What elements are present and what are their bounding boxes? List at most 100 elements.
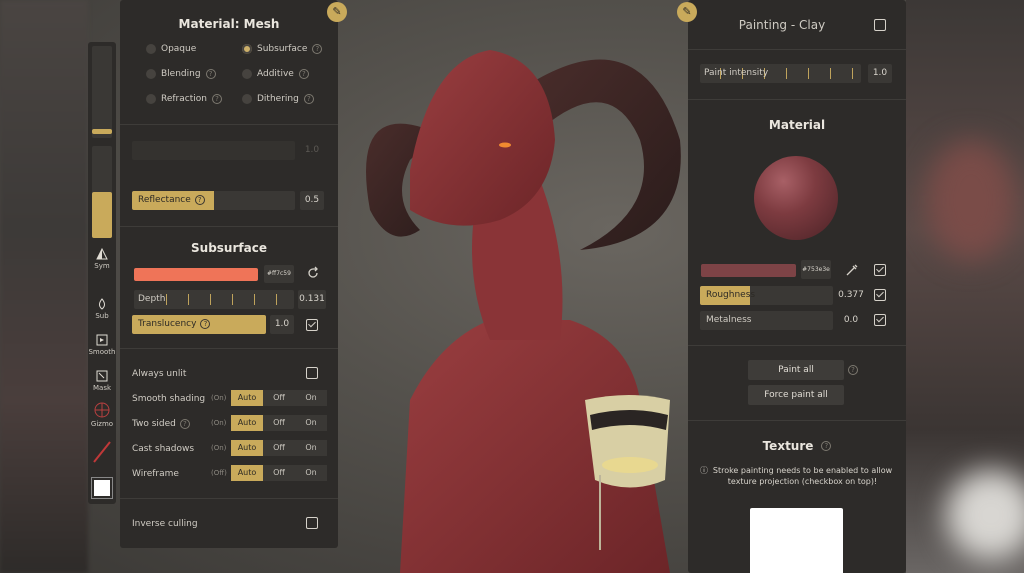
radio-additive[interactable]: Additive ? — [242, 68, 338, 80]
paint-color-hex[interactable]: #753e3e — [801, 260, 831, 279]
disabled-slider — [132, 141, 295, 160]
two-sided-toggle: (On) Auto Off On — [211, 415, 327, 431]
paint-color-bar[interactable] — [701, 264, 796, 277]
radio-opaque[interactable]: Opaque — [146, 43, 242, 55]
tool-strip: Sym Sub Smooth Mask Gizmo — [88, 42, 116, 504]
disabled-value: 1.0 — [304, 145, 320, 155]
color-swatch[interactable] — [91, 477, 113, 499]
tool-sub[interactable]: Sub — [88, 298, 116, 320]
metalness-slider[interactable]: Metalness — [700, 311, 833, 330]
radio-label: Opaque — [161, 44, 197, 54]
help-icon[interactable]: ? — [848, 365, 858, 375]
translucency-checkbox[interactable] — [306, 319, 318, 331]
translucency-label: Translucency — [138, 319, 197, 329]
help-icon[interactable]: ? — [303, 94, 314, 104]
translucency-slider[interactable]: Translucency ? — [132, 315, 266, 334]
depth-text: Depth — [138, 294, 165, 304]
opt-auto[interactable]: Auto — [231, 415, 263, 431]
help-icon[interactable]: ? — [821, 441, 832, 451]
pin-icon[interactable]: ✎ — [327, 2, 347, 22]
subsurface-color-hex[interactable]: #ff7c59 — [264, 265, 294, 283]
tool-mask-label: Mask — [92, 384, 112, 392]
metalness-value[interactable]: 0.0 — [837, 311, 865, 330]
help-icon[interactable]: ? — [205, 69, 216, 79]
dragon-model — [366, 50, 681, 573]
subsurface-color-bar[interactable] — [134, 268, 258, 281]
paint-intensity-value[interactable]: 1.0 — [868, 64, 892, 83]
force-paint-all-button[interactable]: Force paint all — [748, 385, 844, 405]
texture-note-text: Stroke painting needs to be enabled to a… — [712, 466, 893, 486]
background-right — [906, 0, 1024, 573]
reflectance-slider[interactable]: Reflectance ? — [132, 191, 295, 210]
help-icon[interactable]: ? — [298, 69, 309, 79]
paint-intensity-section: Paint intensity 1.0 — [688, 50, 906, 100]
roughness-value[interactable]: 0.377 — [837, 286, 865, 305]
translucency-value[interactable]: 1.0 — [270, 315, 294, 334]
roughness-slider[interactable]: Roughness — [700, 286, 833, 305]
material-preview-sphere — [754, 156, 838, 240]
help-icon[interactable]: ? — [211, 94, 222, 104]
tool-gizmo[interactable]: Gizmo — [88, 402, 116, 428]
roughness-checkbox[interactable] — [874, 289, 886, 301]
paint-actions-section: Paint all ? Force paint all — [688, 346, 906, 421]
stroke-painting-checkbox[interactable] — [874, 19, 886, 31]
paint-color-checkbox[interactable] — [874, 264, 886, 276]
help-icon[interactable]: ? — [200, 319, 211, 329]
panel-title: Material: Mesh — [178, 17, 280, 31]
radio-blending[interactable]: Blending ? — [146, 68, 242, 80]
opt-on[interactable]: On — [295, 440, 327, 456]
depth-slider[interactable]: Depth — [134, 290, 294, 309]
reflectance-label: Reflectance — [138, 195, 191, 205]
opt-off[interactable]: Off — [263, 415, 295, 431]
radius-slider[interactable] — [92, 46, 112, 138]
painting-panel: Painting - Clay Paint intensity 1.0 Mate… — [688, 0, 906, 573]
reflectance-text: Reflectance ? — [138, 195, 205, 205]
depth-value[interactable]: 0.131 — [298, 290, 326, 309]
smooth-shading-label: Smooth shading — [132, 394, 206, 404]
radio-dot — [146, 94, 156, 104]
reset-icon[interactable] — [306, 266, 320, 280]
tool-smooth[interactable]: Smooth — [88, 334, 116, 356]
paint-all-button[interactable]: Paint all — [748, 360, 844, 380]
tool-mask[interactable]: Mask — [88, 370, 116, 392]
pin-icon[interactable]: ✎ — [677, 2, 697, 22]
help-icon[interactable]: ? — [312, 44, 323, 54]
radio-label: Additive — [257, 69, 294, 79]
radio-dot — [146, 44, 156, 54]
opt-off[interactable]: Off — [263, 390, 295, 406]
always-unlit-checkbox[interactable] — [306, 367, 318, 379]
help-icon[interactable]: ? — [179, 419, 190, 429]
render-mode-section: Material: Mesh Opaque Subsurface ? Blend… — [120, 0, 338, 125]
radio-dot — [242, 94, 252, 104]
reflectance-value[interactable]: 0.5 — [300, 191, 324, 210]
help-icon[interactable]: ? — [194, 195, 205, 205]
paint-intensity-slider[interactable]: Paint intensity — [700, 64, 861, 83]
roughness-text: Roughness — [706, 290, 755, 300]
opt-on[interactable]: On — [295, 390, 327, 406]
culling-section: Inverse culling — [120, 499, 338, 547]
background-left — [0, 0, 88, 573]
eyedropper-icon[interactable] — [845, 263, 859, 277]
radio-refraction[interactable]: Refraction ? — [146, 93, 242, 105]
brush-stroke-icon[interactable] — [92, 440, 112, 464]
opt-auto[interactable]: Auto — [231, 465, 263, 481]
two-sided-default: (On) — [211, 419, 227, 427]
painting-title: Painting - Clay — [738, 18, 826, 32]
intensity-slider[interactable] — [92, 146, 112, 238]
opt-on[interactable]: On — [295, 415, 327, 431]
render-options-section: Always unlit Smooth shading (On) Auto Of… — [120, 349, 338, 499]
opt-off[interactable]: Off — [263, 440, 295, 456]
cast-shadows-label: Cast shadows — [132, 444, 195, 454]
opt-off[interactable]: Off — [263, 465, 295, 481]
radio-subsurface[interactable]: Subsurface ? — [242, 43, 338, 55]
metalness-checkbox[interactable] — [874, 314, 886, 326]
tool-sym[interactable]: Sym — [88, 248, 116, 270]
inverse-culling-checkbox[interactable] — [306, 517, 318, 529]
texture-note: ⓘ Stroke painting needs to be enabled to… — [700, 465, 894, 487]
opt-on[interactable]: On — [295, 465, 327, 481]
always-unlit-label: Always unlit — [132, 369, 187, 379]
opt-auto[interactable]: Auto — [231, 390, 263, 406]
radio-dithering[interactable]: Dithering ? — [242, 93, 338, 105]
opt-auto[interactable]: Auto — [231, 440, 263, 456]
texture-preview[interactable] — [750, 508, 843, 573]
